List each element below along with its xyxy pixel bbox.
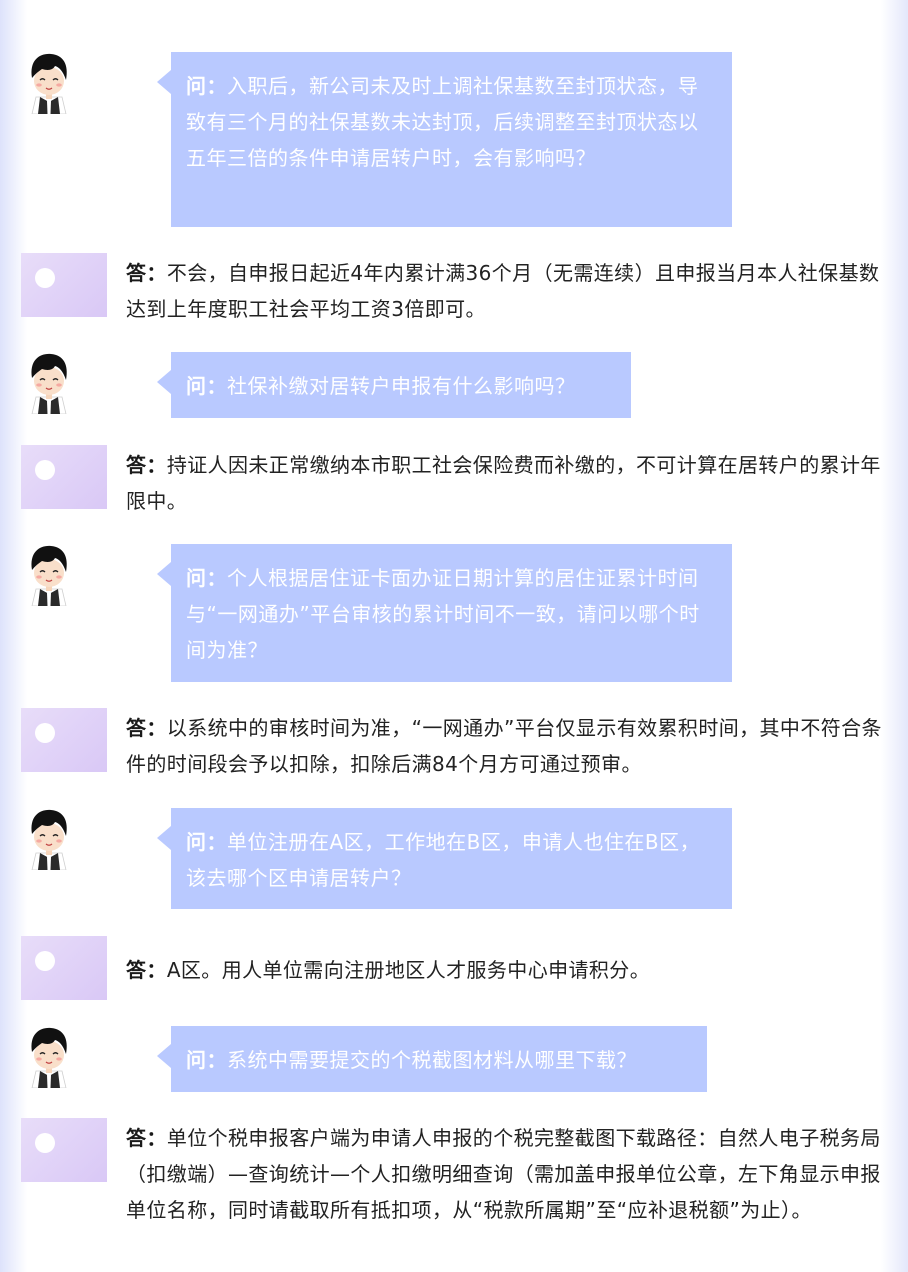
- answer-text: A区。用人单位需向注册地区人才服务中心申请积分。: [166, 958, 651, 982]
- answer-badge-icon: [21, 253, 107, 317]
- question-text: 社保补缴对居转户申报有什么影响吗？: [227, 374, 576, 398]
- answer-label: 答：: [126, 453, 167, 477]
- answer-text: 不会，自申报日起近4年内累计满36个月（无需连续）且申报当月本人社保基数达到上年…: [126, 261, 880, 321]
- boy-avatar-icon: [20, 808, 78, 870]
- question-label: 问：: [186, 74, 227, 98]
- question-text: 单位注册在A区，工作地在B区，申请人也住在B区，该去哪个区申请居转户？: [186, 830, 701, 890]
- answer-text-block: 答：A区。用人单位需向注册地区人才服务中心申请积分。: [126, 952, 888, 988]
- answer-text: 单位个税申报客户端为申请人申报的个税完整截图下载路径：自然人电子税务局（扣缴端）…: [126, 1126, 881, 1222]
- answer-label: 答：: [126, 261, 167, 285]
- answer-badge-icon: [21, 445, 107, 509]
- qa-page: { "q_label": "问：", "a_label": "答：", "ite…: [0, 0, 908, 1272]
- answer-text-block: 答：持证人因未正常缴纳本市职工社会保险费而补缴的，不可计算在居转户的累计年限中。: [126, 447, 888, 519]
- question-bubble: 问：入职后，新公司未及时上调社保基数至封顶状态，导致有三个月的社保基数未达封顶，…: [157, 52, 732, 227]
- boy-avatar-icon: [20, 544, 78, 606]
- question-label: 问：: [186, 566, 227, 590]
- answer-label: 答：: [126, 958, 167, 982]
- answer-text: 持证人因未正常缴纳本市职工社会保险费而补缴的，不可计算在居转户的累计年限中。: [126, 453, 881, 513]
- question-text: 系统中需要提交的个税截图材料从哪里下载？: [227, 1048, 637, 1072]
- question-label: 问：: [186, 1048, 227, 1072]
- question-text: 个人根据居住证卡面办证日期计算的居住证累计时间与“一网通办”平台审核的累计时间不…: [186, 566, 700, 662]
- question-bubble: 问：系统中需要提交的个税截图材料从哪里下载？: [157, 1026, 707, 1092]
- answer-badge-icon: [21, 936, 107, 1000]
- boy-avatar-icon: [20, 352, 78, 414]
- answer-label: 答：: [126, 716, 167, 740]
- question-label: 问：: [186, 830, 227, 854]
- answer-label: 答：: [126, 1126, 167, 1150]
- answer-text-block: 答：以系统中的审核时间为准，“一网通办”平台仅显示有效累积时间，其中不符合条件的…: [126, 710, 888, 782]
- boy-avatar-icon: [20, 52, 78, 114]
- answer-badge-icon: [21, 1118, 107, 1182]
- question-bubble: 问：社保补缴对居转户申报有什么影响吗？: [157, 352, 631, 418]
- boy-avatar-icon: [20, 1026, 78, 1088]
- answer-text-block: 答：不会，自申报日起近4年内累计满36个月（无需连续）且申报当月本人社保基数达到…: [126, 255, 888, 327]
- question-label: 问：: [186, 374, 227, 398]
- answer-text-block: 答：单位个税申报客户端为申请人申报的个税完整截图下载路径：自然人电子税务局（扣缴…: [126, 1120, 888, 1228]
- question-text: 入职后，新公司未及时上调社保基数至封顶状态，导致有三个月的社保基数未达封顶，后续…: [186, 74, 699, 170]
- answer-text: 以系统中的审核时间为准，“一网通办”平台仅显示有效累积时间，其中不符合条件的时间…: [126, 716, 882, 776]
- question-bubble: 问：单位注册在A区，工作地在B区，申请人也住在B区，该去哪个区申请居转户？: [157, 808, 732, 909]
- question-bubble: 问：个人根据居住证卡面办证日期计算的居住证累计时间与“一网通办”平台审核的累计时…: [157, 544, 732, 682]
- answer-badge-icon: [21, 708, 107, 772]
